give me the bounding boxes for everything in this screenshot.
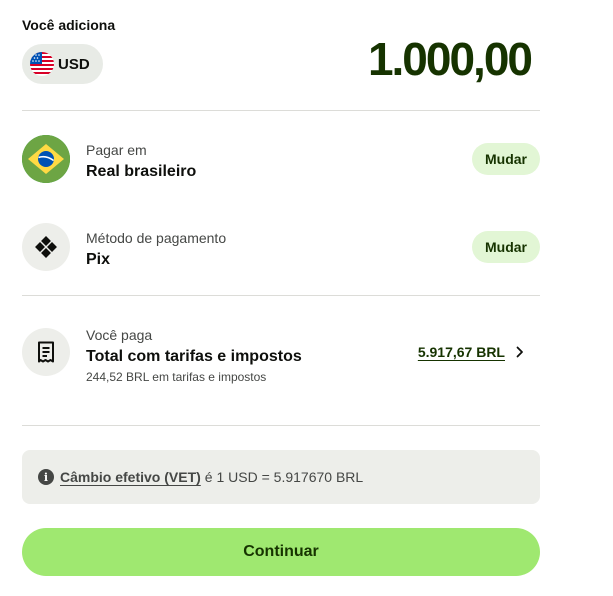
divider (22, 110, 540, 111)
receipt-icon (22, 328, 70, 376)
divider (22, 295, 540, 296)
fees-note: 244,52 BRL em tarifas e impostos (86, 370, 267, 384)
currency-code: USD (58, 55, 90, 73)
change-pay-in-button[interactable]: Mudar (472, 143, 540, 175)
total-amount-link[interactable]: 5.917,67 BRL (418, 344, 505, 360)
chevron-right-icon[interactable] (513, 344, 527, 360)
you-pay-description: Total com tarifas e impostos (86, 348, 302, 365)
currency-selector[interactable]: USD (22, 44, 103, 84)
change-payment-method-button[interactable]: Mudar (472, 231, 540, 263)
us-flag-icon (30, 52, 54, 76)
continue-button[interactable]: Continuar (22, 528, 540, 576)
effective-exchange-link[interactable]: Câmbio efetivo (VET) (60, 469, 201, 485)
pay-in-currency: Real brasileiro (86, 163, 197, 180)
payment-method-label: Método de pagamento (86, 230, 227, 246)
amount-display[interactable]: 1.000,00 (368, 32, 533, 86)
pix-icon (22, 223, 70, 271)
brazil-flag-icon (22, 135, 70, 183)
you-pay-label: Você paga (86, 327, 153, 343)
exchange-rate-text: é 1 USD = 5.917670 BRL (204, 469, 364, 485)
payment-method-value: Pix (86, 251, 111, 268)
exchange-rate-info: i Câmbio efetivo (VET) é 1 USD = 5.91767… (22, 450, 540, 504)
you-add-label: Você adiciona (22, 17, 116, 33)
info-icon: i (38, 469, 54, 485)
pay-in-label: Pagar em (86, 142, 147, 158)
divider (22, 425, 540, 426)
